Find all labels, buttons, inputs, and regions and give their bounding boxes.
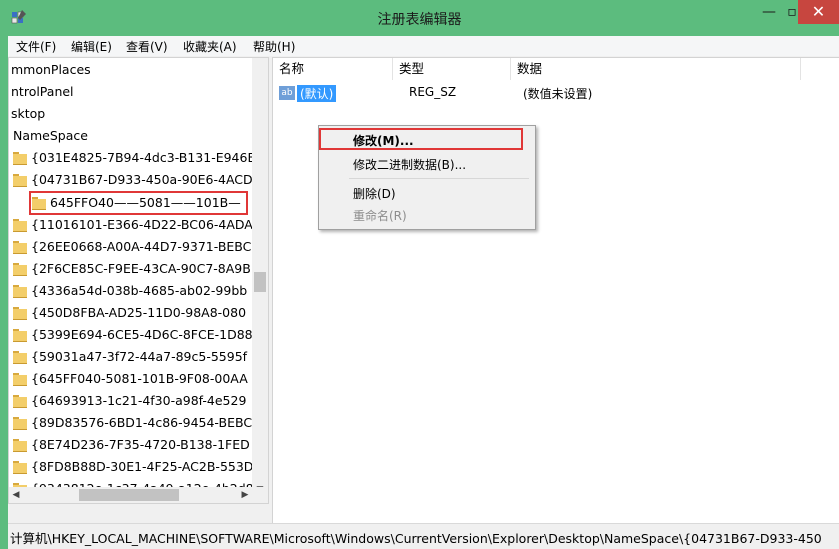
tree-item-label: {645FF040-5081-101B-9F08-00AA <box>31 371 248 386</box>
tree-item-label: sktop <box>11 106 46 121</box>
context-menu: 修改(M)... 修改二进制数据(B)... 删除(D) 重命名(R) <box>318 125 536 230</box>
menu-favorites[interactable]: 收藏夹(A) <box>183 38 237 55</box>
folder-icon <box>13 263 27 276</box>
column-header-name[interactable]: 名称 <box>273 58 393 80</box>
folder-icon <box>13 152 27 165</box>
menu-file[interactable]: 文件(F) <box>16 38 56 55</box>
tree-item-label: NameSpace <box>13 128 88 143</box>
tree-item-label: {64693913-1c21-4f30-a98f-4e529 <box>31 393 247 408</box>
status-bar: 计算机\HKEY_LOCAL_MACHINE\SOFTWARE\Microsof… <box>8 523 839 549</box>
menu-item-modify-binary[interactable]: 修改二进制数据(B)... <box>353 156 466 173</box>
tree-item-label: {8FD8B88D-30E1-4F25-AC2B-553D <box>31 459 254 474</box>
tree-item-label: mmonPlaces <box>11 62 91 77</box>
minimize-button[interactable]: — <box>752 0 786 24</box>
tree-item-label: {8E74D236-7F35-4720-B138-1FED <box>31 437 250 452</box>
folder-icon <box>13 417 27 430</box>
folder-icon <box>13 174 27 187</box>
folder-icon <box>13 307 27 320</box>
annotation-highlight-tree <box>29 191 248 215</box>
menu-item-delete[interactable]: 删除(D) <box>353 185 396 202</box>
menu-edit[interactable]: 编辑(E) <box>71 38 112 55</box>
annotation-highlight-modify <box>319 128 523 150</box>
tree-horizontal-scrollbar[interactable]: ◀ ▶ <box>9 487 268 503</box>
tree-item-label: {4336a54d-038b-4685-ab02-99bb <box>31 283 248 298</box>
string-value-icon: ab <box>279 86 295 100</box>
scroll-thumb[interactable] <box>254 272 266 292</box>
list-item[interactable]: ab (默认) REG_SZ (数值未设置) <box>279 84 839 104</box>
tree-item-label: {11016101-E366-4D22-BC06-4ADA <box>31 217 253 232</box>
menu-view[interactable]: 查看(V) <box>126 38 168 55</box>
folder-icon <box>13 439 27 452</box>
tree-item-label: {2F6CE85C-F9EE-43CA-90C7-8A9B <box>31 261 251 276</box>
maximize-button[interactable]: ▫ <box>786 0 798 24</box>
key-tree[interactable]: mmonPlaces ntrolPanel sktop NameSpace {0… <box>8 57 269 504</box>
tree-item-label: {59031a47-3f72-44a7-89c5-5595f <box>31 349 248 364</box>
folder-icon <box>13 241 27 254</box>
tree-item-label: {04731B67-D933-450a-90E6-4ACD <box>31 172 253 187</box>
tree-item-label: ntrolPanel <box>11 84 74 99</box>
folder-icon <box>13 219 27 232</box>
scroll-thumb[interactable] <box>79 489 179 501</box>
tree-item-label: {89D83576-6BD1-4c86-9454-BEBC <box>31 415 253 430</box>
menu-bar: 文件(F) 编辑(E) 查看(V) 收藏夹(A) 帮助(H) <box>8 36 839 56</box>
value-name: (默认) <box>297 85 337 102</box>
tree-item-label: {450D8FBA-AD25-11D0-98A8-080 <box>31 305 247 320</box>
client-area: 文件(F) 编辑(E) 查看(V) 收藏夹(A) 帮助(H) mmonPlace… <box>8 36 839 549</box>
tree-vertical-scrollbar[interactable]: ▼ <box>252 58 268 495</box>
folder-icon <box>13 285 27 298</box>
folder-icon <box>13 461 27 474</box>
window-title: 注册表编辑器 <box>377 12 462 28</box>
folder-icon <box>13 351 27 364</box>
tree-item-label: {26EE0668-A00A-44D7-9371-BEBC <box>31 239 252 254</box>
close-button[interactable]: ✕ <box>798 0 839 24</box>
column-header-data[interactable]: 数据 <box>511 58 801 80</box>
key-path: 计算机\HKEY_LOCAL_MACHINE\SOFTWARE\Microsof… <box>10 531 822 546</box>
menu-separator <box>349 178 529 179</box>
value-type: REG_SZ <box>409 85 457 99</box>
folder-icon <box>13 329 27 342</box>
column-header-type[interactable]: 类型 <box>393 58 511 80</box>
value-data: (数值未设置) <box>523 87 593 101</box>
folder-icon <box>13 373 27 386</box>
scroll-left-arrow-icon[interactable]: ◀ <box>9 488 23 502</box>
menu-item-rename: 重命名(R) <box>353 209 407 223</box>
menu-help[interactable]: 帮助(H) <box>253 38 295 55</box>
scroll-right-arrow-icon[interactable]: ▶ <box>238 488 252 502</box>
tree-item-label: {031E4825-7B94-4dc3-B131-E946B <box>31 150 257 165</box>
folder-icon <box>13 395 27 408</box>
title-bar: 注册表编辑器 — ▫ ✕ <box>0 0 839 36</box>
tree-item-label: {5399E694-6CE5-4D6C-8FCE-1D88 <box>31 327 253 342</box>
